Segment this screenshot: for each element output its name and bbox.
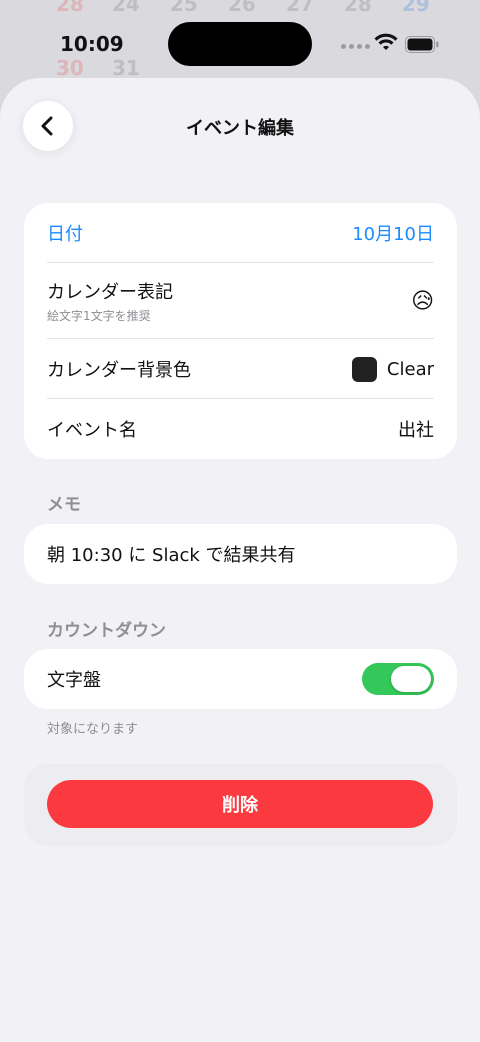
event-name-label: イベント名: [47, 420, 137, 441]
bg-color-label: カレンダー背景色: [47, 360, 191, 381]
countdown-card: 文字盤: [24, 649, 457, 709]
event-name-row[interactable]: イベント名 出社: [24, 399, 457, 459]
toggle-knob: [391, 666, 431, 692]
battery-icon: [405, 36, 439, 53]
dial-label: 文字盤: [47, 670, 101, 691]
countdown-footnote: 対象になります: [47, 722, 139, 737]
calendar-mark-hint: 絵文字1文字を推奨: [47, 309, 151, 323]
calendar-mark-row[interactable]: カレンダー表記 絵文字1文字を推奨 😥: [24, 263, 457, 339]
details-card: 日付 10月10日 カレンダー表記 絵文字1文字を推奨 😥 カレンダー背景色 C…: [24, 203, 457, 459]
memo-card: 朝 10:30 に Slack で結果共有: [24, 524, 457, 584]
delete-section: 削除: [24, 764, 457, 846]
memo-text[interactable]: 朝 10:30 に Slack で結果共有: [47, 541, 434, 567]
dynamic-island: [168, 22, 312, 66]
date-row[interactable]: 日付 10月10日: [24, 203, 457, 263]
cellular-signal-icon: [341, 44, 370, 49]
dial-row: 文字盤: [24, 649, 457, 709]
bg-color-row[interactable]: カレンダー背景色 Clear: [24, 339, 457, 399]
color-swatch[interactable]: [351, 356, 377, 382]
calendar-mark-label: カレンダー表記: [47, 282, 173, 303]
bg-color-value[interactable]: Clear: [387, 359, 434, 380]
date-value[interactable]: 10月10日: [352, 220, 434, 246]
date-label: 日付: [47, 224, 83, 245]
countdown-header: カウントダウン: [47, 621, 166, 641]
memo-header: メモ: [47, 495, 81, 515]
status-time: 10:09: [60, 32, 124, 56]
event-name-value[interactable]: 出社: [398, 416, 434, 442]
wifi-icon: [374, 33, 398, 50]
delete-button[interactable]: 削除: [47, 780, 433, 828]
event-edit-sheet: イベント編集 日付 10月10日 カレンダー表記 絵文字1文字を推奨 😥 カレン…: [0, 78, 480, 1042]
memo-field[interactable]: 朝 10:30 に Slack で結果共有: [24, 524, 457, 584]
status-bar: 10:09: [0, 0, 480, 80]
page-title: イベント編集: [186, 118, 294, 139]
dial-toggle[interactable]: [362, 663, 434, 695]
calendar-mark-emoji[interactable]: 😥: [411, 289, 434, 314]
